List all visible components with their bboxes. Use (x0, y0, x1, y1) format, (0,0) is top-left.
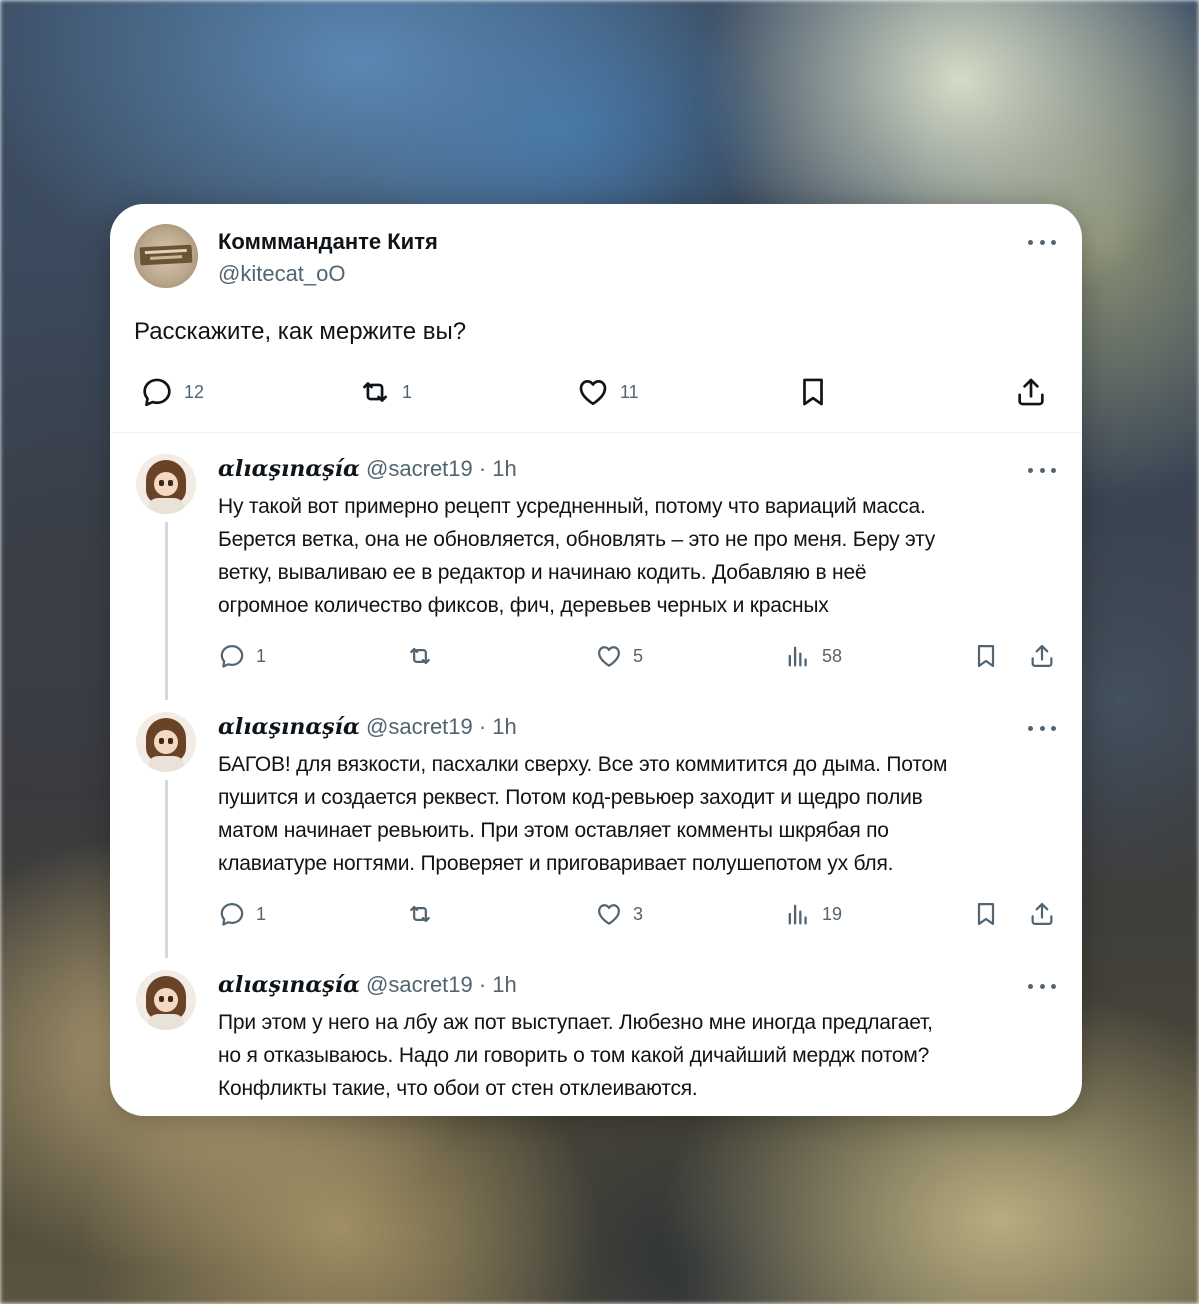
share-icon (1018, 378, 1044, 406)
avatar-eye (159, 738, 164, 744)
bookmark-button[interactable] (972, 642, 1000, 670)
reply-icon (143, 378, 171, 407)
retweet-icon (410, 647, 430, 665)
avatar-shirt (148, 1014, 184, 1030)
bookmark-button[interactable] (796, 375, 830, 409)
like-count: 3 (633, 903, 644, 924)
more-icon[interactable] (1028, 462, 1056, 478)
reply-text-line: Конфликты такие, что обои от стен отклеи… (218, 1077, 698, 1100)
reply-text-line: БАГОВ! для вязкости, пасхалки сверху. Вс… (218, 753, 948, 776)
like-button[interactable]: 11 (576, 375, 639, 409)
reply-text-line: Берется ветка, она не обновляется, обнов… (218, 528, 936, 551)
heart-icon (579, 380, 607, 406)
avatar[interactable] (136, 454, 196, 514)
thread-line (165, 780, 168, 958)
share-button[interactable] (1014, 375, 1048, 409)
avatar-face (154, 730, 178, 754)
reply-icon (220, 902, 244, 926)
reply-item-1: ɑlıɑşınɑşíɑ @sacret19 · 1h Ну такой вот … (110, 432, 1082, 700)
reply-text: БАГОВ! для вязкости, пасхалки сверху. Вс… (218, 748, 1068, 880)
thread-line (165, 522, 168, 700)
share-icon (1031, 902, 1053, 926)
avatar[interactable] (136, 970, 196, 1030)
reply-header: ɑlıɑşınɑşíɑ @sacret19 · 1h (218, 456, 517, 482)
share-button[interactable] (1028, 900, 1056, 928)
retweet-icon (410, 905, 430, 923)
reply-item-3: ɑlıɑşınɑşíɑ @sacret19 · 1h При этом у не… (110, 948, 1082, 1116)
author-name[interactable]: ɑlıɑşınɑşíɑ (218, 714, 360, 740)
views-icon (788, 904, 807, 925)
reply-text-line: огромное количество фиксов, фич, деревье… (218, 594, 829, 617)
reply-text-line: ветку, вываливаю ее в редактор и начинаю… (218, 561, 867, 584)
main-tweet: Коммманданте Китя @kitecat_oO Расскажите… (110, 204, 1082, 433)
reply-text-line: клавиатуре ногтями. Проверяет и приговар… (218, 852, 894, 875)
reply-count: 12 (184, 381, 205, 402)
avatar-eye (168, 480, 173, 486)
reply-button[interactable]: 1 (218, 642, 266, 670)
like-count: 11 (620, 381, 639, 402)
author-name[interactable]: Коммманданте Китя (218, 229, 438, 255)
avatar[interactable] (134, 224, 198, 288)
avatar-plate (139, 244, 193, 266)
views-button[interactable]: 19 (784, 900, 842, 928)
share-icon (1031, 644, 1053, 668)
reply-header: ɑlıɑşınɑşíɑ @sacret19 · 1h (218, 972, 517, 998)
heart-icon (598, 646, 620, 667)
avatar-shirt (148, 498, 184, 514)
bookmark-icon (803, 378, 823, 406)
avatar-eye (159, 480, 164, 486)
views-icon (788, 646, 807, 667)
tweet-text: Расскажите, как мержите вы? (134, 318, 467, 345)
author-meta[interactable]: @sacret19 · 1h (366, 972, 517, 997)
reply-button[interactable]: 12 (140, 375, 204, 409)
retweet-icon (363, 382, 387, 402)
avatar[interactable] (136, 712, 196, 772)
author-name[interactable]: ɑlıɑşınɑşíɑ (218, 456, 360, 482)
author-meta[interactable]: @sacret19 · 1h (366, 456, 517, 481)
views-button[interactable]: 58 (784, 642, 842, 670)
author-meta[interactable]: @sacret19 · 1h (366, 714, 517, 739)
reply-text-line: матом начинает ревьюить. При этом оставл… (218, 819, 889, 842)
author-name[interactable]: ɑlıɑşınɑşíɑ (218, 972, 360, 998)
reply-text: Ну такой вот примерно рецепт усредненный… (218, 490, 1068, 622)
reply-text: При этом у него на лбу аж пот выступает.… (218, 1006, 1068, 1105)
more-icon[interactable] (1028, 978, 1056, 994)
reply-button[interactable]: 1 (218, 900, 266, 928)
heart-icon (598, 904, 620, 925)
tweet-card: Коммманданте Китя @kitecat_oO Расскажите… (110, 204, 1082, 1116)
bookmark-icon (977, 902, 995, 926)
reply-count: 1 (256, 903, 267, 924)
avatar-eye (159, 996, 164, 1002)
retweet-button[interactable] (406, 900, 434, 928)
more-icon[interactable] (1028, 234, 1056, 250)
reply-item-2: ɑlıɑşınɑşíɑ @sacret19 · 1h БАГОВ! для вя… (110, 690, 1082, 958)
bookmark-icon (977, 644, 995, 668)
avatar-eye (168, 738, 173, 744)
like-button[interactable]: 5 (595, 642, 643, 670)
bookmark-button[interactable] (972, 900, 1000, 928)
reply-count: 1 (256, 645, 267, 666)
more-icon[interactable] (1028, 720, 1056, 736)
reply-header: ɑlıɑşınɑşíɑ @sacret19 · 1h (218, 714, 517, 740)
share-button[interactable] (1028, 642, 1056, 670)
avatar-eye (168, 996, 173, 1002)
avatar-face (154, 988, 178, 1012)
retweet-button[interactable]: 1 (358, 375, 412, 409)
author-handle[interactable]: @kitecat_oO (218, 261, 346, 287)
like-button[interactable]: 3 (595, 900, 643, 928)
avatar-shirt (148, 756, 184, 772)
retweet-button[interactable] (406, 642, 434, 670)
avatar-face (154, 472, 178, 496)
views-count: 58 (822, 645, 843, 666)
reply-text-line: но я отказываюсь. Надо ли говорить о том… (218, 1044, 930, 1067)
reply-text-line: пушится и создается реквест. Потом код-р… (218, 786, 923, 809)
like-count: 5 (633, 645, 644, 666)
reply-text-line: При этом у него на лбу аж пот выступает.… (218, 1011, 933, 1034)
views-count: 19 (822, 903, 843, 924)
reply-text-line: Ну такой вот примерно рецепт усредненный… (218, 495, 926, 518)
reply-icon (220, 644, 244, 668)
retweet-count: 1 (402, 381, 413, 402)
